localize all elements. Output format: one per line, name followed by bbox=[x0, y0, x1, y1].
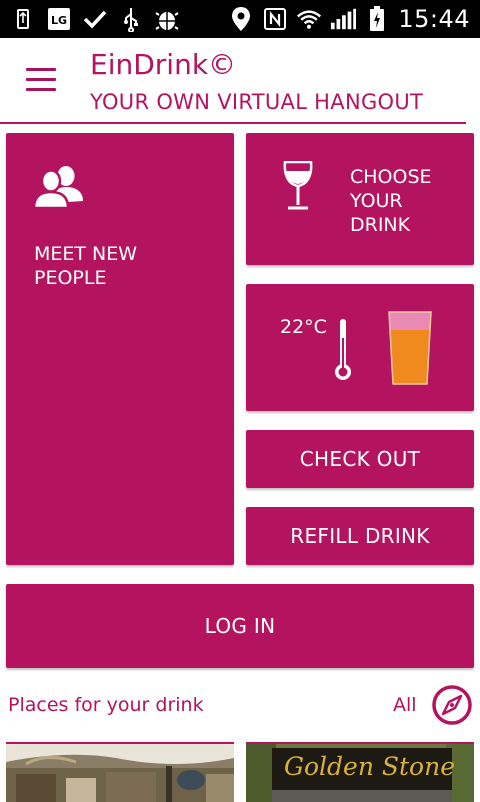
place-card[interactable]: Golden Stone bbox=[246, 742, 474, 802]
hamburger-menu-icon[interactable] bbox=[26, 68, 56, 92]
app-subtitle: YOUR OWN VIRTUAL HANGOUT bbox=[90, 90, 424, 114]
places-section-title: Places for your drink bbox=[8, 694, 204, 716]
thermometer-icon bbox=[333, 318, 353, 386]
refill-drink-label: REFILL DRINK bbox=[290, 524, 430, 548]
meet-new-people-label: MEET NEW PEOPLE bbox=[34, 243, 138, 289]
location-icon bbox=[228, 6, 254, 32]
android-debug-icon bbox=[154, 6, 180, 32]
place-name: Golden Stone bbox=[284, 752, 455, 781]
status-time: 15:44 bbox=[398, 5, 470, 33]
check-out-label: CHECK OUT bbox=[299, 447, 421, 471]
places-all-link[interactable]: All bbox=[393, 694, 417, 716]
app-title: EinDrink© bbox=[90, 48, 237, 81]
nfc-icon bbox=[262, 6, 288, 32]
battery-charging-icon bbox=[364, 6, 390, 32]
meet-new-people-tile[interactable]: MEET NEW PEOPLE bbox=[6, 133, 234, 565]
place-photo-terrace bbox=[6, 744, 234, 802]
refill-drink-button[interactable]: REFILL DRINK bbox=[246, 507, 474, 565]
compass-icon[interactable] bbox=[431, 684, 473, 726]
usb-icon bbox=[10, 6, 36, 32]
wifi-icon bbox=[296, 6, 322, 32]
signal-icon bbox=[330, 6, 357, 32]
people-icon bbox=[32, 163, 84, 213]
status-bar: LG 15:44 bbox=[0, 0, 480, 38]
temperature-tile[interactable]: 22°C bbox=[246, 284, 474, 411]
status-right-icons: 15:44 bbox=[228, 5, 470, 33]
log-in-label: LOG IN bbox=[204, 614, 276, 638]
usb-icon bbox=[118, 6, 144, 32]
wine-glass-icon bbox=[282, 160, 314, 215]
beer-glass-icon bbox=[388, 310, 432, 390]
header-divider bbox=[0, 122, 466, 124]
choose-drink-label: CHOOSE YOUR DRINK bbox=[350, 166, 432, 236]
app-header: EinDrink© YOUR OWN VIRTUAL HANGOUT bbox=[0, 38, 480, 123]
check-icon bbox=[82, 6, 108, 32]
svg-text:LG: LG bbox=[51, 14, 67, 27]
place-card[interactable] bbox=[6, 742, 234, 802]
lg-icon: LG bbox=[46, 6, 72, 32]
log-in-button[interactable]: LOG IN bbox=[6, 584, 474, 668]
choose-drink-tile[interactable]: CHOOSE YOUR DRINK bbox=[246, 133, 474, 265]
check-out-button[interactable]: CHECK OUT bbox=[246, 430, 474, 488]
temperature-value: 22°C bbox=[280, 316, 327, 338]
status-left-icons: LG bbox=[10, 5, 180, 33]
